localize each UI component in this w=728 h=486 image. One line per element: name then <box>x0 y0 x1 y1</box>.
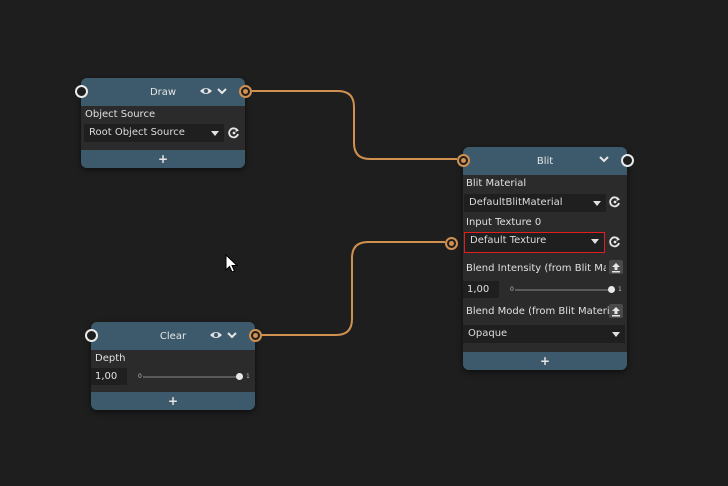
chevron-down-icon[interactable] <box>227 331 237 339</box>
input-texture-dropdown[interactable]: Default Texture <box>464 232 605 253</box>
depth-value-field[interactable]: 1,00 <box>91 368 127 385</box>
depth-slider-min: 0 <box>138 373 142 380</box>
depth-label: Depth <box>95 353 126 364</box>
wire-draw-to-blit <box>252 90 457 160</box>
draw-input-port[interactable] <box>75 85 88 98</box>
blend-mode-value: Opaque <box>468 328 508 339</box>
reset-icon[interactable] <box>608 195 622 209</box>
blend-mode-label: Blend Mode (from Blit Material) <box>466 306 623 317</box>
blend-intensity-value-field[interactable]: 1,00 <box>463 281 499 298</box>
upload-icon <box>612 307 620 317</box>
blend-intensity-upload-button[interactable] <box>609 260 623 274</box>
reset-icon[interactable] <box>227 126 241 140</box>
input-texture-port[interactable] <box>445 237 458 250</box>
blit-node[interactable]: Blit Blit Material DefaultBlitMaterial I… <box>445 147 634 370</box>
clear-node[interactable]: Clear Depth 1,00 0 1 + <box>85 322 262 410</box>
blit-input-port[interactable] <box>457 154 470 167</box>
blend-intensity-slider-track[interactable] <box>515 289 615 291</box>
draw-add-button[interactable]: + <box>81 150 245 168</box>
blit-node-header[interactable]: Blit <box>463 147 627 175</box>
blit-material-value: DefaultBlitMaterial <box>469 197 563 208</box>
depth-slider-max: 1 <box>246 373 250 380</box>
blend-intensity-slider-max: 1 <box>618 286 622 293</box>
object-source-dropdown[interactable]: Root Object Source <box>84 124 224 142</box>
clear-add-button[interactable]: + <box>91 392 255 410</box>
blit-node-title: Blit <box>536 155 554 167</box>
node-graph-canvas[interactable]: Draw Object Source Root Object Source + <box>0 0 728 486</box>
object-source-value: Root Object Source <box>89 127 185 138</box>
object-source-label: Object Source <box>85 109 156 120</box>
dropdown-arrow-icon <box>612 332 620 337</box>
wire-clear-to-blit <box>262 241 445 336</box>
upload-icon <box>612 263 620 273</box>
clear-node-header[interactable]: Clear <box>91 322 255 350</box>
dropdown-arrow-icon <box>591 239 599 244</box>
depth-slider-track[interactable] <box>143 376 243 378</box>
blit-material-dropdown[interactable]: DefaultBlitMaterial <box>464 194 606 212</box>
reset-icon[interactable] <box>608 235 622 249</box>
draw-output-port[interactable] <box>239 85 252 98</box>
eye-icon[interactable] <box>209 330 223 340</box>
dropdown-arrow-icon <box>593 201 601 206</box>
depth-slider-thumb[interactable] <box>236 373 243 380</box>
blit-add-button[interactable]: + <box>463 352 627 370</box>
clear-input-port[interactable] <box>85 329 98 342</box>
blit-output-port[interactable] <box>621 154 634 167</box>
blend-intensity-label: Blend Intensity (from Blit Materia <box>466 263 606 274</box>
eye-icon[interactable] <box>199 86 213 96</box>
draw-node[interactable]: Draw Object Source Root Object Source + <box>75 78 252 168</box>
blend-intensity-slider-thumb[interactable] <box>608 286 615 293</box>
blend-mode-dropdown[interactable]: Opaque <box>463 325 625 343</box>
blit-material-label: Blit Material <box>466 178 527 189</box>
blend-intensity-value: 1,00 <box>467 284 490 295</box>
depth-value: 1,00 <box>95 371 118 382</box>
mouse-cursor-icon <box>225 254 239 273</box>
draw-node-header[interactable]: Draw <box>81 78 245 106</box>
blend-mode-upload-button[interactable] <box>609 304 623 318</box>
dropdown-arrow-icon <box>211 131 219 136</box>
input-texture-value: Default Texture <box>470 235 547 246</box>
draw-node-title: Draw <box>149 86 177 98</box>
input-texture-label: Input Texture 0 <box>466 217 542 228</box>
chevron-down-icon[interactable] <box>599 155 609 163</box>
chevron-down-icon[interactable] <box>217 87 227 95</box>
clear-node-title: Clear <box>159 330 187 342</box>
blend-intensity-slider-min: 0 <box>510 286 514 293</box>
clear-output-port[interactable] <box>249 329 262 342</box>
